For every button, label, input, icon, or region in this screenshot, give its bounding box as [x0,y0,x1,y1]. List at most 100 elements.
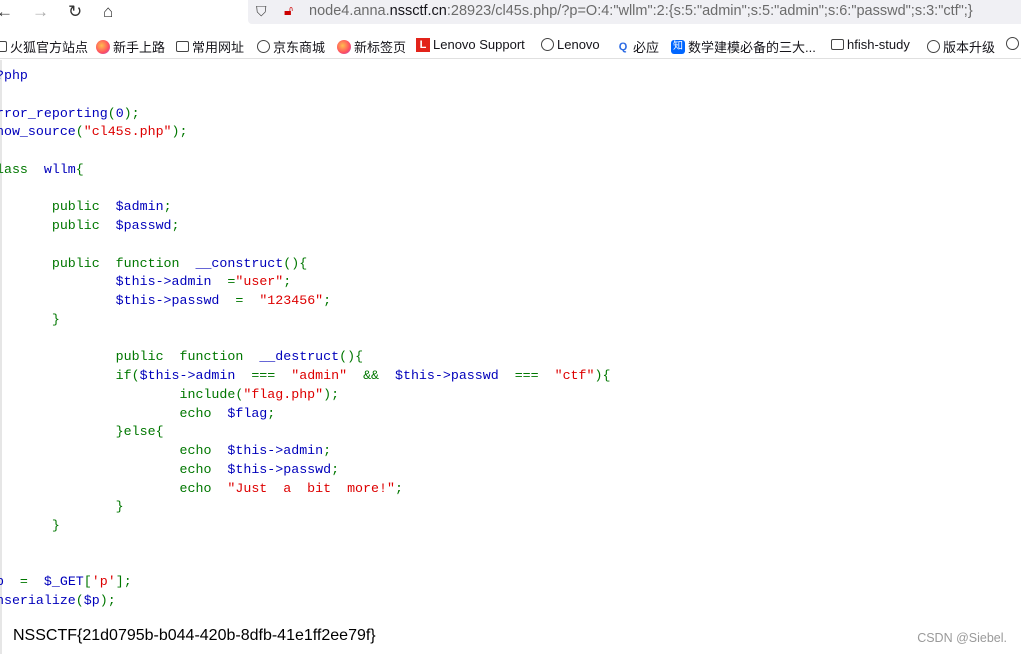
code-token: $this->admin [0,274,228,290]
code-token: === [251,368,292,383]
bookmark-label: 常用网址 [192,40,245,55]
code-token: public [0,199,116,215]
url-bar[interactable]: ⛉ 🔓︎ node4.anna.nssctf.cn:28923/cl45s.ph… [248,0,1021,24]
code-line: public function __destruct(){ [0,348,610,367]
bookmark-item[interactable]: 版本升级 [927,37,995,56]
url-text[interactable]: node4.anna.nssctf.cn:28923/cl45s.php/?p=… [309,3,973,19]
code-line: echo $this->admin; [0,442,610,461]
code-token: ; [171,218,180,233]
code-token: $this->passwd [394,368,515,383]
code-token: = [235,293,260,308]
code-token: "user" [235,274,284,290]
code-token: public function [0,349,260,365]
bookmark-item[interactable]: Q 必应 [616,37,659,56]
code-token: = [19,574,44,590]
code-token: (){ [339,349,364,365]
code-token: "123456" [259,293,324,308]
code-token: ( [75,124,84,140]
reload-icon[interactable]: ↻ [68,2,82,22]
bookmark-item[interactable]: 京东商城 [257,37,325,56]
code-token: $this->passwd [0,293,236,308]
code-token: class [0,161,28,177]
code-token: ){ [594,368,611,383]
code-token: public function [0,255,196,271]
code-line: public function __construct(){ [0,255,610,274]
code-token: } [0,499,124,515]
code-token: ( [75,593,84,608]
code-token: $this->passwd [227,461,332,477]
insecure-lock-icon[interactable]: 🔓︎ [284,2,293,19]
bookmark-item[interactable]: 新标签页 [337,37,406,56]
code-token: ; [163,199,172,215]
code-token: "cl45s.php" [83,124,172,140]
bookmark-item[interactable]: hfish-study [831,37,910,52]
bookmarks-bar: 火狐官方站点 新手上路 常用网址 京东商城 新标签页 L Lenovo Support Len… [0,34,1021,59]
code-token: echo [0,480,228,496]
firefox-icon [337,39,351,54]
bookmark-item[interactable]: 火狐官方站点 [0,37,88,56]
code-token: unserialize [0,593,76,608]
url-path: :28923/cl45s.php/?p=O:4:"wllm":2:{s:5:"a… [446,3,973,19]
bing-search-icon: Q [618,40,628,53]
bookmark-item[interactable]: Lenovo [541,37,600,52]
bookmark-item[interactable]: 新手上路 [96,37,165,56]
code-line: error_reporting(0); [0,105,610,124]
home-icon[interactable]: ⌂ [103,2,113,22]
flag-output: NSSCTF{21d0795b-b044-420b-8dfb-41e1ff2ee… [13,627,376,644]
watermark: CSDN @Siebel. [917,631,1007,645]
bookmark-label: 必应 [633,40,660,55]
bookmark-label: hfish-study [847,37,910,52]
back-arrow-icon[interactable]: ← [0,2,13,22]
code-token: ( [107,105,116,121]
code-token: } [51,518,60,533]
code-line: } [0,517,610,536]
code-line: class wllm{ [0,161,610,180]
code-token: === [514,368,555,383]
code-token: ; [323,443,332,458]
code-token: <?php [0,68,28,83]
code-line: $this->passwd = "123456"; [0,292,610,311]
folder-icon [831,39,844,50]
code-token: $flag [227,405,268,421]
code-token: "ctf" [554,368,595,383]
code-token: }else{ [0,424,164,440]
bookmark-label: Lenovo Support [433,37,525,52]
globe-icon[interactable] [1006,37,1019,50]
code-line: } [0,498,610,517]
bookmark-item[interactable]: 知数学建模必备的三大... [671,37,816,56]
code-line: } [0,311,610,330]
globe-icon [257,40,270,53]
lenovo-icon: L [416,37,430,52]
code-line: echo $flag; [0,405,610,424]
globe-icon [541,38,554,51]
url-domain: nssctf.cn [389,3,447,19]
code-token: [ [83,574,92,590]
zhihu-icon: 知 [671,39,685,54]
code-token: (){ [283,255,308,271]
shield-icon[interactable]: ⛉ [256,3,267,20]
firefox-icon [96,39,110,54]
code-token: ; [394,480,403,496]
bookmark-item[interactable]: L Lenovo Support [416,37,525,52]
code-token: } [51,311,60,327]
code-token: echo [0,461,228,477]
code-token: ); [123,105,140,121]
code-token: ); [99,593,116,608]
code-token: ; [323,293,332,308]
code-token: ; [283,274,292,290]
code-token: error_reporting [0,105,108,121]
bookmark-item[interactable]: 常用网址 [176,37,244,56]
code-token: $this->admin [139,368,252,383]
bookmark-overflow[interactable] [1006,37,1019,50]
php-source-code: <?phperror_reporting(0);show_source("cl4… [0,67,610,611]
code-line: public $passwd; [0,217,610,236]
code-line: if($this->admin === "admin" && $this->pa… [0,367,611,386]
code-token: __destruct [259,349,340,365]
code-token: ); [171,124,188,140]
forward-arrow-icon[interactable]: → [32,2,49,22]
